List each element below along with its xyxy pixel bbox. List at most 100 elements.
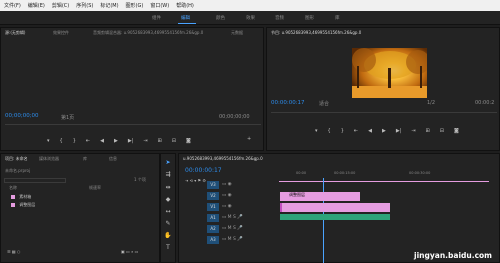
adjustment-layer-clip[interactable]: 调整图层	[280, 192, 360, 201]
tab-audio-mixer[interactable]: 音频剪辑混合器: u.9052683993,4699554156fm.26&gp…	[93, 30, 203, 36]
workspace-graphics[interactable]: 图形	[305, 15, 314, 21]
workspace-editing[interactable]: 编辑	[181, 15, 190, 21]
slip-icon[interactable]: ↔	[164, 208, 172, 216]
marker-icon[interactable]: ▾	[315, 128, 318, 134]
hand-icon[interactable]: ✋	[164, 232, 172, 240]
selection-tool-icon[interactable]: ➤	[164, 159, 172, 167]
go-to-in-icon[interactable]: ⇤	[86, 138, 90, 144]
source-timecode[interactable]: 00;00;00;00	[5, 113, 39, 119]
new-item-icon[interactable]: ▣ ▭ ⌕ ▭	[121, 249, 138, 254]
list-item[interactable]: 素材箱	[11, 194, 31, 200]
list-view-icon[interactable]: ☰ ▦ ○	[7, 249, 20, 254]
track-v1[interactable]: V1	[207, 203, 219, 211]
track-controls-v2[interactable]: ▭ ◉	[222, 193, 232, 198]
track-controls-v3[interactable]: ▭ ◉	[222, 182, 232, 187]
bracket-icon[interactable]: }	[73, 138, 76, 144]
playhead[interactable]	[323, 178, 324, 263]
fit-select[interactable]: 适合	[319, 100, 329, 107]
timeline-timecode[interactable]: 00:00:00:17	[185, 167, 222, 174]
go-to-out-icon[interactable]: ⇥	[143, 138, 147, 144]
tab-media-browser[interactable]: 媒体浏览器	[39, 156, 59, 162]
step-forward-icon[interactable]: ▶|	[396, 128, 402, 134]
add-button-icon[interactable]: +	[247, 136, 251, 142]
workspace-effects[interactable]: 效果	[246, 15, 255, 21]
track-a2[interactable]: A2	[207, 225, 219, 233]
step-back-icon[interactable]: ◀	[368, 128, 372, 134]
tab-effect-controls[interactable]: 效果控件	[53, 30, 69, 36]
camera-icon[interactable]: ◙	[454, 128, 459, 134]
workspace-assembly[interactable]: 组件	[152, 15, 161, 21]
source-page-select[interactable]: 第1页	[61, 114, 74, 121]
track-select-icon[interactable]: ⇶	[164, 171, 172, 179]
timeline-toolbar-icons[interactable]: ⇥ ⟲ ▾ ⚑ ⚙	[185, 178, 206, 183]
overwrite-icon[interactable]: ⊟	[172, 138, 176, 144]
mark-out-icon[interactable]: {	[60, 138, 63, 144]
timeline-tab[interactable]: u.9052683993,4699554156fm.26&gp.0	[183, 156, 263, 161]
column-frame-rate[interactable]: 帧速率	[89, 185, 101, 191]
ripple-edit-icon[interactable]: ⇹	[164, 184, 172, 192]
tools-panel: ➤ ⇶ ⇹ ◆ ↔ ✎ ✋ T	[160, 153, 176, 263]
label-color-swatch	[11, 195, 15, 199]
watermark: jingyan.baidu.com	[414, 251, 492, 260]
workspace-bar: 组件 编辑 颜色 效果 音频 图形 库	[0, 11, 500, 25]
source-ruler[interactable]	[5, 124, 261, 125]
menu-sequence[interactable]: 序列(S)	[76, 2, 93, 9]
go-to-in-icon[interactable]: ⇤	[354, 128, 358, 134]
resolution-select[interactable]: 1/2	[427, 100, 435, 106]
lift-icon[interactable]: ⊞	[426, 128, 430, 134]
clip-label: 调整图层	[289, 192, 305, 197]
tab-info[interactable]: 信息	[109, 156, 117, 162]
tab-source[interactable]: 源:(无剪辑)	[5, 30, 25, 36]
work-area-bar[interactable]	[279, 181, 489, 182]
list-item[interactable]: 调整图层	[11, 202, 35, 208]
out-point-icon[interactable]: }	[341, 128, 344, 134]
track-controls-v1[interactable]: ▭ ◉	[222, 204, 232, 209]
type-icon[interactable]: T	[164, 244, 172, 252]
menu-window[interactable]: 窗口(W)	[150, 2, 169, 9]
go-to-out-icon[interactable]: ⇥	[411, 128, 415, 134]
column-name[interactable]: 名称	[9, 185, 17, 191]
project-panel: 项目: 未命名 媒体浏览器 库 信息 未命名.prproj 1 个项 名称 帧速…	[0, 153, 160, 263]
ruler-tick: 00:00:30:00	[409, 171, 431, 175]
menu-file[interactable]: 文件(F)	[4, 2, 21, 9]
track-controls-a2[interactable]: ▭ M S 🎤	[222, 226, 243, 231]
step-forward-icon[interactable]: ▶|	[128, 138, 134, 144]
program-title[interactable]: 节目: u.9052683993,4699554156fm.26&gp.0	[271, 30, 361, 36]
audio-clip-a1[interactable]	[280, 214, 390, 220]
menu-graphics[interactable]: 图形(G)	[126, 2, 144, 9]
tab-project[interactable]: 项目: 未命名	[5, 156, 28, 162]
program-timecode[interactable]: 00:00:00:17	[271, 100, 305, 106]
tab-metadata[interactable]: 元数据	[231, 30, 243, 36]
ruler-tick: 00:00	[296, 171, 307, 175]
extract-icon[interactable]: ⊟	[440, 128, 444, 134]
pen-icon[interactable]: ✎	[164, 220, 172, 228]
track-v3[interactable]: V3	[207, 181, 219, 189]
in-point-icon[interactable]: {	[328, 128, 331, 134]
menu-bar: 文件(F) 编辑(E) 剪辑(C) 序列(S) 标记(M) 图形(G) 窗口(W…	[0, 0, 500, 11]
insert-icon[interactable]: ⊞	[158, 138, 162, 144]
autumn-tree-image	[352, 48, 427, 98]
video-clip-v1[interactable]	[280, 203, 390, 212]
menu-clip[interactable]: 剪辑(C)	[52, 2, 69, 9]
step-back-icon[interactable]: ◀	[100, 138, 104, 144]
track-controls-a1[interactable]: ▭ M S 🎤	[222, 215, 243, 220]
menu-help[interactable]: 帮助(H)	[176, 2, 194, 9]
tab-libraries[interactable]: 库	[83, 156, 87, 162]
project-search-input[interactable]	[4, 178, 66, 183]
label-color-swatch	[11, 203, 15, 207]
track-v2[interactable]: V2	[207, 192, 219, 200]
play-icon[interactable]: ▶	[382, 128, 386, 134]
program-ruler[interactable]	[271, 112, 497, 113]
track-a3[interactable]: A3	[207, 236, 219, 244]
razor-icon[interactable]: ◆	[164, 196, 172, 204]
camera-icon[interactable]: ◙	[186, 138, 191, 144]
mark-in-icon[interactable]: ▾	[47, 138, 50, 144]
workspace-libraries[interactable]: 库	[335, 15, 340, 21]
menu-marker[interactable]: 标记(M)	[100, 2, 118, 9]
workspace-color[interactable]: 颜色	[216, 15, 225, 21]
workspace-audio[interactable]: 音频	[275, 15, 284, 21]
menu-edit[interactable]: 编辑(E)	[28, 2, 45, 9]
track-a1[interactable]: A1	[207, 214, 219, 222]
track-controls-a3[interactable]: ▭ M S 🎤	[222, 237, 243, 242]
play-icon[interactable]: ▶	[114, 138, 118, 144]
